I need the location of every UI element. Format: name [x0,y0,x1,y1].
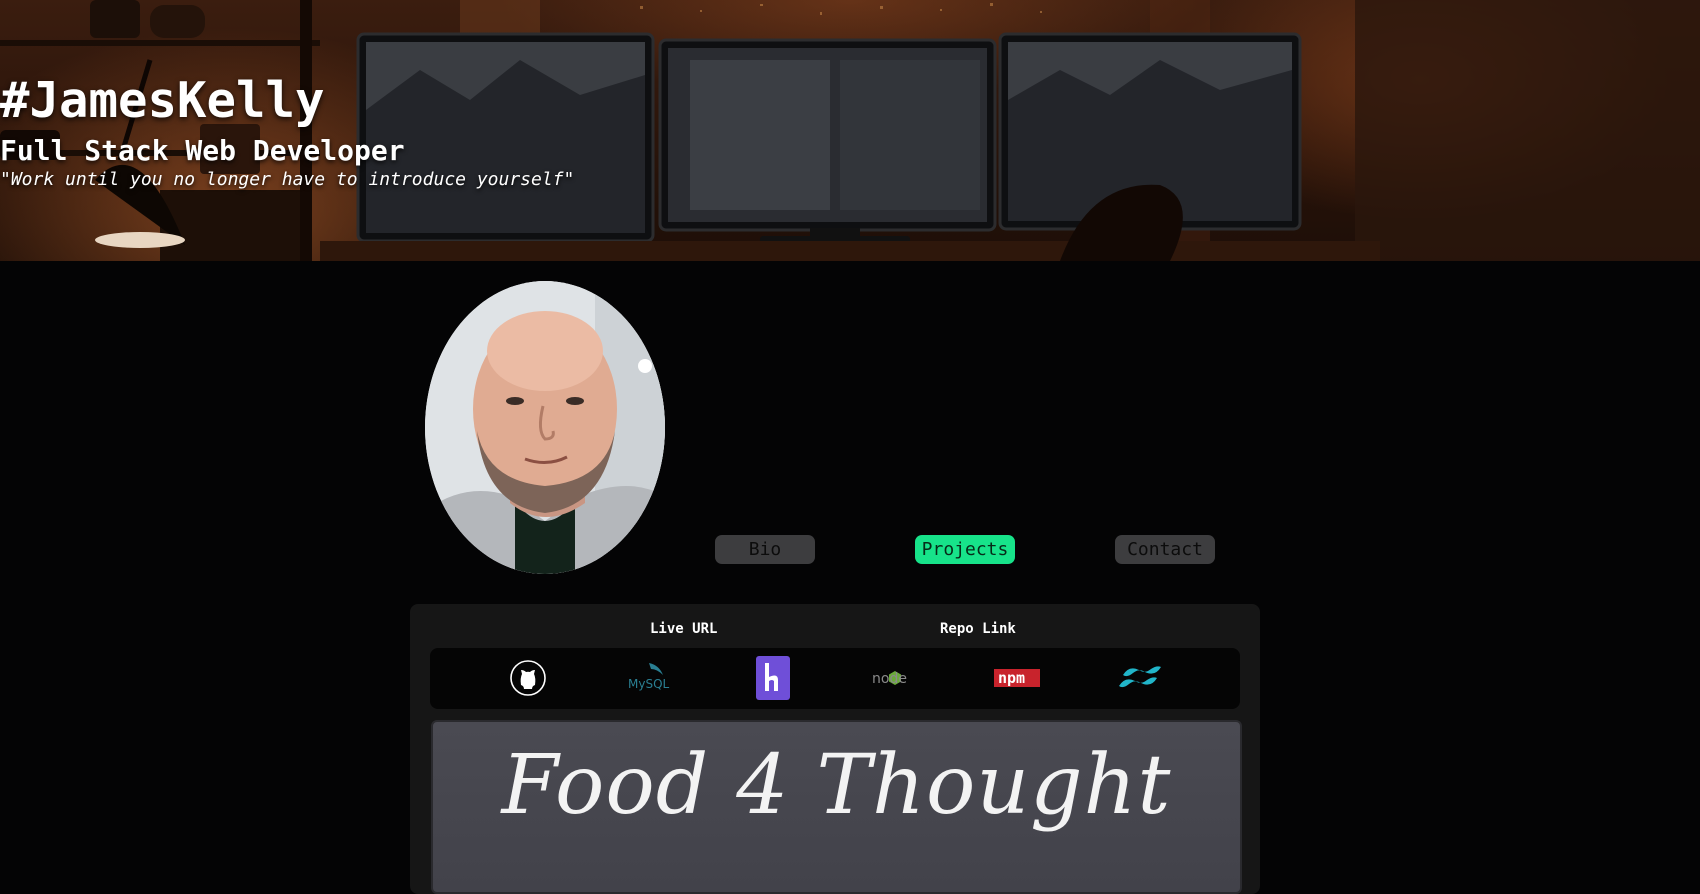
project-preview-title: Food 4 Thought [501,738,1172,833]
nav-bio-button[interactable]: Bio [715,535,815,564]
heroku-icon [756,656,790,700]
avatar [425,281,665,574]
tailwind-icon [1119,666,1161,688]
npm-label: npm [998,669,1025,687]
profile-photo [425,281,665,574]
npm-icon: npm [994,669,1040,687]
node-icon: node [872,671,907,687]
mysql-icon: MySQL [628,663,670,691]
nav-projects-button[interactable]: Projects [915,535,1015,564]
node-label: node [872,671,907,687]
hero-title: #JamesKelly [0,72,325,129]
project-preview[interactable]: Food 4 Thought [431,720,1242,894]
hero-quote: "Work until you no longer have to introd… [0,169,575,190]
repo-link[interactable]: Repo Link [940,621,1016,637]
hero-subtitle: Full Stack Web Developer [0,134,405,167]
nav-contact-button[interactable]: Contact [1115,535,1215,564]
hero-background-image [0,0,1700,261]
live-url-link[interactable]: Live URL [650,621,717,637]
hero-banner: #JamesKelly Full Stack Web Developer "Wo… [0,0,1700,261]
github-icon [510,660,546,696]
mysql-label: MySQL [628,677,670,691]
